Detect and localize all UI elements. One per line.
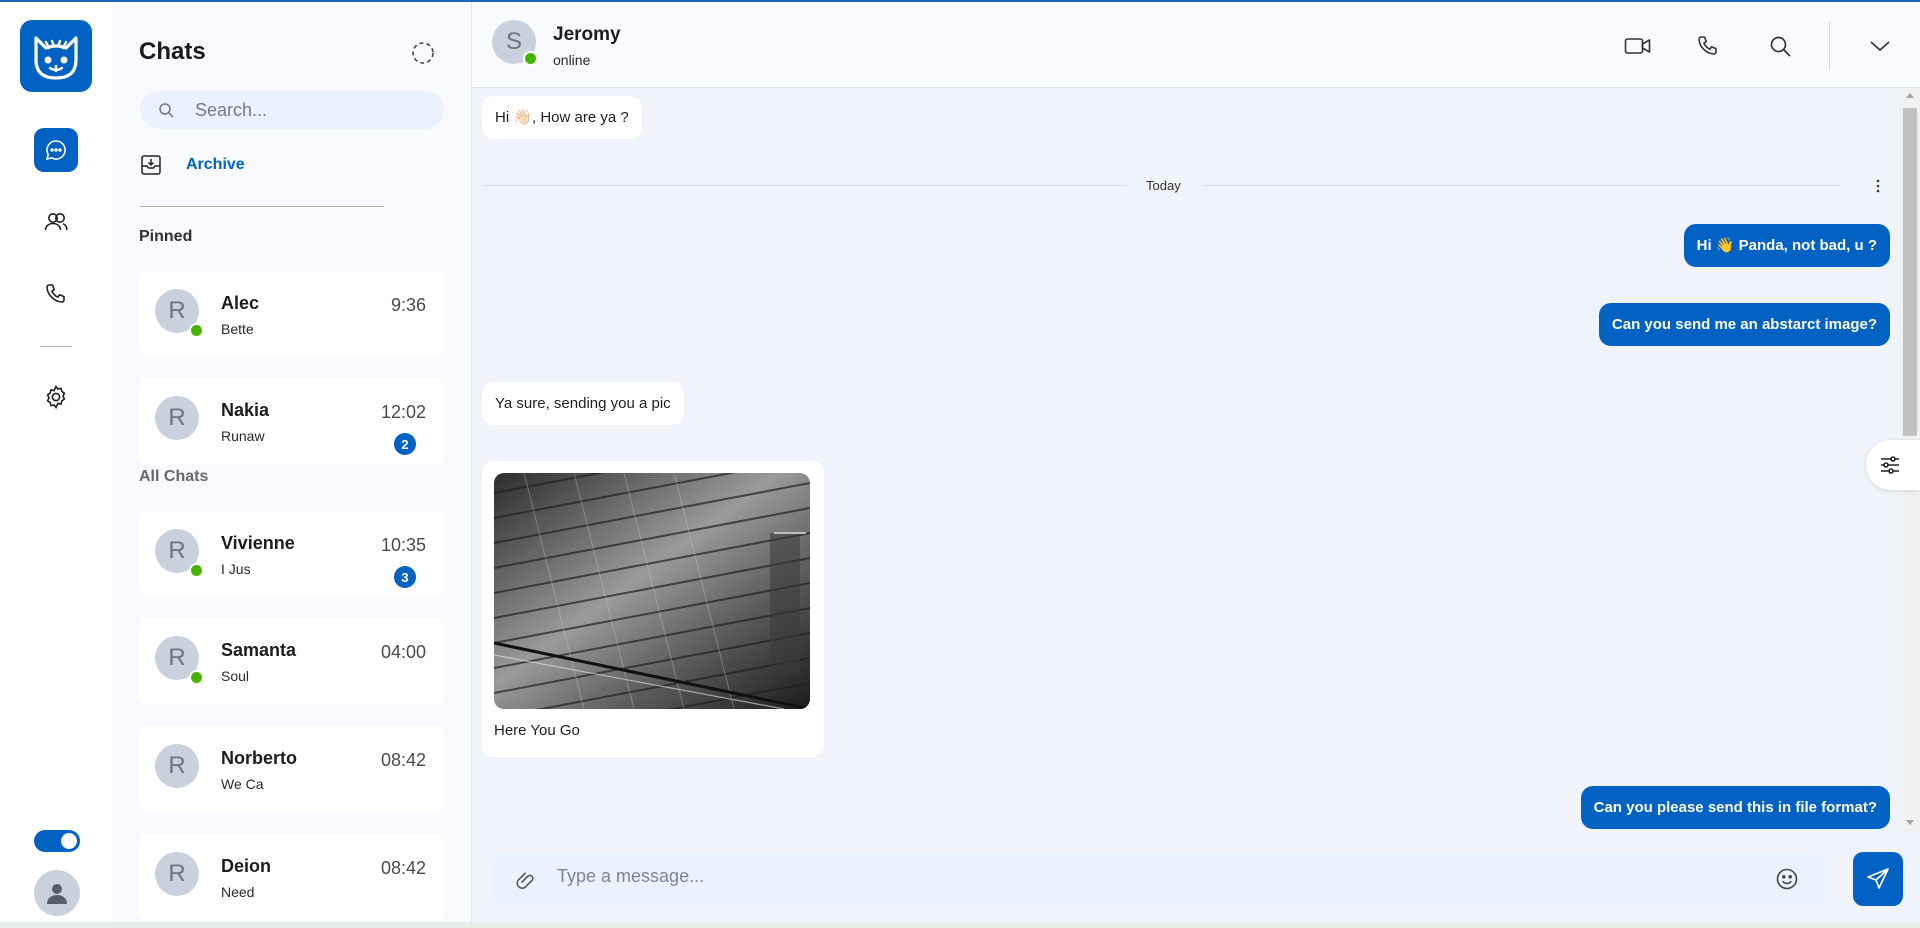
bottom-strip — [0, 922, 1920, 928]
smiley-icon[interactable] — [1775, 867, 1799, 891]
gear-icon — [46, 384, 66, 410]
chat-card-norberto[interactable]: R Norberto We Ca 08:42 — [139, 726, 444, 812]
avatar: R — [155, 744, 199, 788]
theme-toggle[interactable] — [34, 830, 80, 852]
phone-icon — [1698, 36, 1717, 55]
message-preview: Need — [221, 884, 255, 900]
archive-label: Archive — [186, 156, 245, 173]
sliders-icon — [1881, 456, 1899, 474]
message-preview: We Ca — [221, 776, 264, 792]
contact-name: Samanta — [221, 640, 297, 660]
chat-card-pinned-nakia[interactable]: R Nakia Runaw 12:02 2 — [139, 378, 444, 464]
rail-calls-button[interactable] — [34, 272, 78, 316]
day-divider-line — [1202, 185, 1840, 186]
contact-name: Vivienne — [221, 533, 295, 553]
more-options-button[interactable] — [1864, 30, 1896, 62]
rail-groups-button[interactable] — [34, 200, 78, 244]
chat-card-vivienne[interactable]: R Vivienne I Jus 10:35 3 — [139, 511, 444, 597]
user-icon — [47, 884, 67, 904]
users-icon — [44, 213, 68, 231]
rail-chats-button[interactable] — [34, 128, 78, 172]
message-preview: I Jus — [221, 561, 251, 577]
conversation-header: S Jeromy online — [472, 2, 1920, 88]
contact-name: Nakia — [221, 400, 270, 420]
chat-card-pinned-alec[interactable]: R Alec Bette 9:36 — [139, 271, 444, 357]
paperclip-icon[interactable] — [513, 867, 537, 891]
kebab-menu-icon[interactable] — [1874, 178, 1882, 194]
avatar: R — [155, 396, 199, 440]
toggle-knob — [61, 833, 77, 849]
message-composer[interactable] — [491, 852, 1824, 906]
panel-divider — [140, 206, 384, 207]
archive-box-icon — [141, 155, 161, 175]
search-bar[interactable] — [140, 91, 444, 129]
avatar: R — [155, 852, 199, 896]
contact-name: Norberto — [221, 748, 297, 768]
rail-divider — [40, 346, 72, 347]
rail-settings-button[interactable] — [34, 375, 78, 419]
chat-card-deion[interactable]: R Deion Need 08:42 — [139, 834, 444, 920]
customize-settings-button[interactable] — [1866, 440, 1920, 490]
phone-icon — [46, 284, 65, 303]
message-bubble-outgoing[interactable]: Can you send me an abstarct image? — [1598, 303, 1890, 347]
all-chats-heading: All Chats — [139, 468, 209, 485]
contact-name: Jeromy — [553, 24, 621, 45]
chevron-down-icon — [1870, 41, 1890, 52]
search-icon — [159, 102, 174, 118]
message-bubble-outgoing[interactable]: Can you please send this in file format? — [1580, 786, 1890, 830]
online-indicator — [523, 51, 538, 66]
pinned-heading: Pinned — [139, 228, 193, 245]
contact-name: Deion — [221, 856, 272, 876]
chat-card-samanta[interactable]: R Samanta Soul 04:00 — [139, 618, 444, 704]
header-divider — [1829, 22, 1830, 70]
message-preview: Runaw — [221, 428, 265, 444]
chats-panel: Chats Archive Pinned R Alec Bette 9:36 R… — [112, 2, 472, 922]
contact-name: Alec — [221, 293, 260, 313]
message-time: 04:00 — [380, 642, 426, 662]
scroll-down-arrow[interactable] — [1906, 820, 1914, 825]
message-preview: Soul — [221, 668, 250, 684]
cat-logo-icon — [20, 20, 92, 92]
video-call-button[interactable] — [1622, 30, 1654, 62]
chats-title: Chats — [139, 38, 206, 65]
message-time: 10:35 — [380, 535, 426, 555]
search-messages-button[interactable] — [1764, 30, 1796, 62]
send-button[interactable] — [1853, 852, 1903, 906]
profile-avatar[interactable] — [34, 870, 80, 916]
message-input[interactable] — [557, 866, 1657, 887]
nav-rail — [0, 2, 112, 922]
conversation-panel: S Jeromy online Hi 👋🏻, How are ya ? Toda… — [472, 2, 1920, 922]
message-time: 12:02 — [380, 402, 426, 422]
online-indicator — [189, 670, 204, 685]
message-preview: Bette — [221, 321, 254, 337]
message-bubble-incoming[interactable]: Ya sure, sending you a pic — [482, 382, 684, 426]
scroll-up-arrow[interactable] — [1906, 93, 1914, 98]
online-indicator — [189, 323, 204, 338]
abstract-staircase-photo[interactable] — [494, 473, 810, 709]
new-chat-dashed-circle-icon[interactable] — [410, 40, 436, 66]
message-time: 9:36 — [390, 295, 426, 315]
video-camera-icon — [1624, 38, 1651, 54]
image-caption: Here You Go — [494, 722, 580, 739]
message-bubble-outgoing[interactable]: Hi 👋 Panda, not bad, u ? — [1683, 224, 1890, 268]
day-divider-line — [482, 185, 1127, 186]
image-message[interactable]: Here You Go — [482, 461, 824, 757]
message-time: 08:42 — [380, 858, 426, 878]
chat-bubble-icon — [45, 140, 66, 161]
online-indicator — [189, 563, 204, 578]
contact-status: online — [553, 52, 591, 68]
voice-call-button[interactable] — [1692, 30, 1724, 62]
message-bubble-incoming[interactable]: Hi 👋🏻, How are ya ? — [482, 96, 642, 140]
search-input[interactable] — [195, 99, 435, 121]
unread-badge: 3 — [394, 566, 416, 588]
archive-button[interactable]: Archive — [140, 154, 245, 176]
unread-badge: 2 — [394, 433, 416, 455]
paper-plane-icon — [1867, 868, 1889, 889]
scrollbar-thumb[interactable] — [1903, 108, 1917, 436]
day-divider-label: Today — [1146, 178, 1181, 193]
message-time: 08:42 — [380, 750, 426, 770]
search-icon — [1770, 36, 1791, 57]
